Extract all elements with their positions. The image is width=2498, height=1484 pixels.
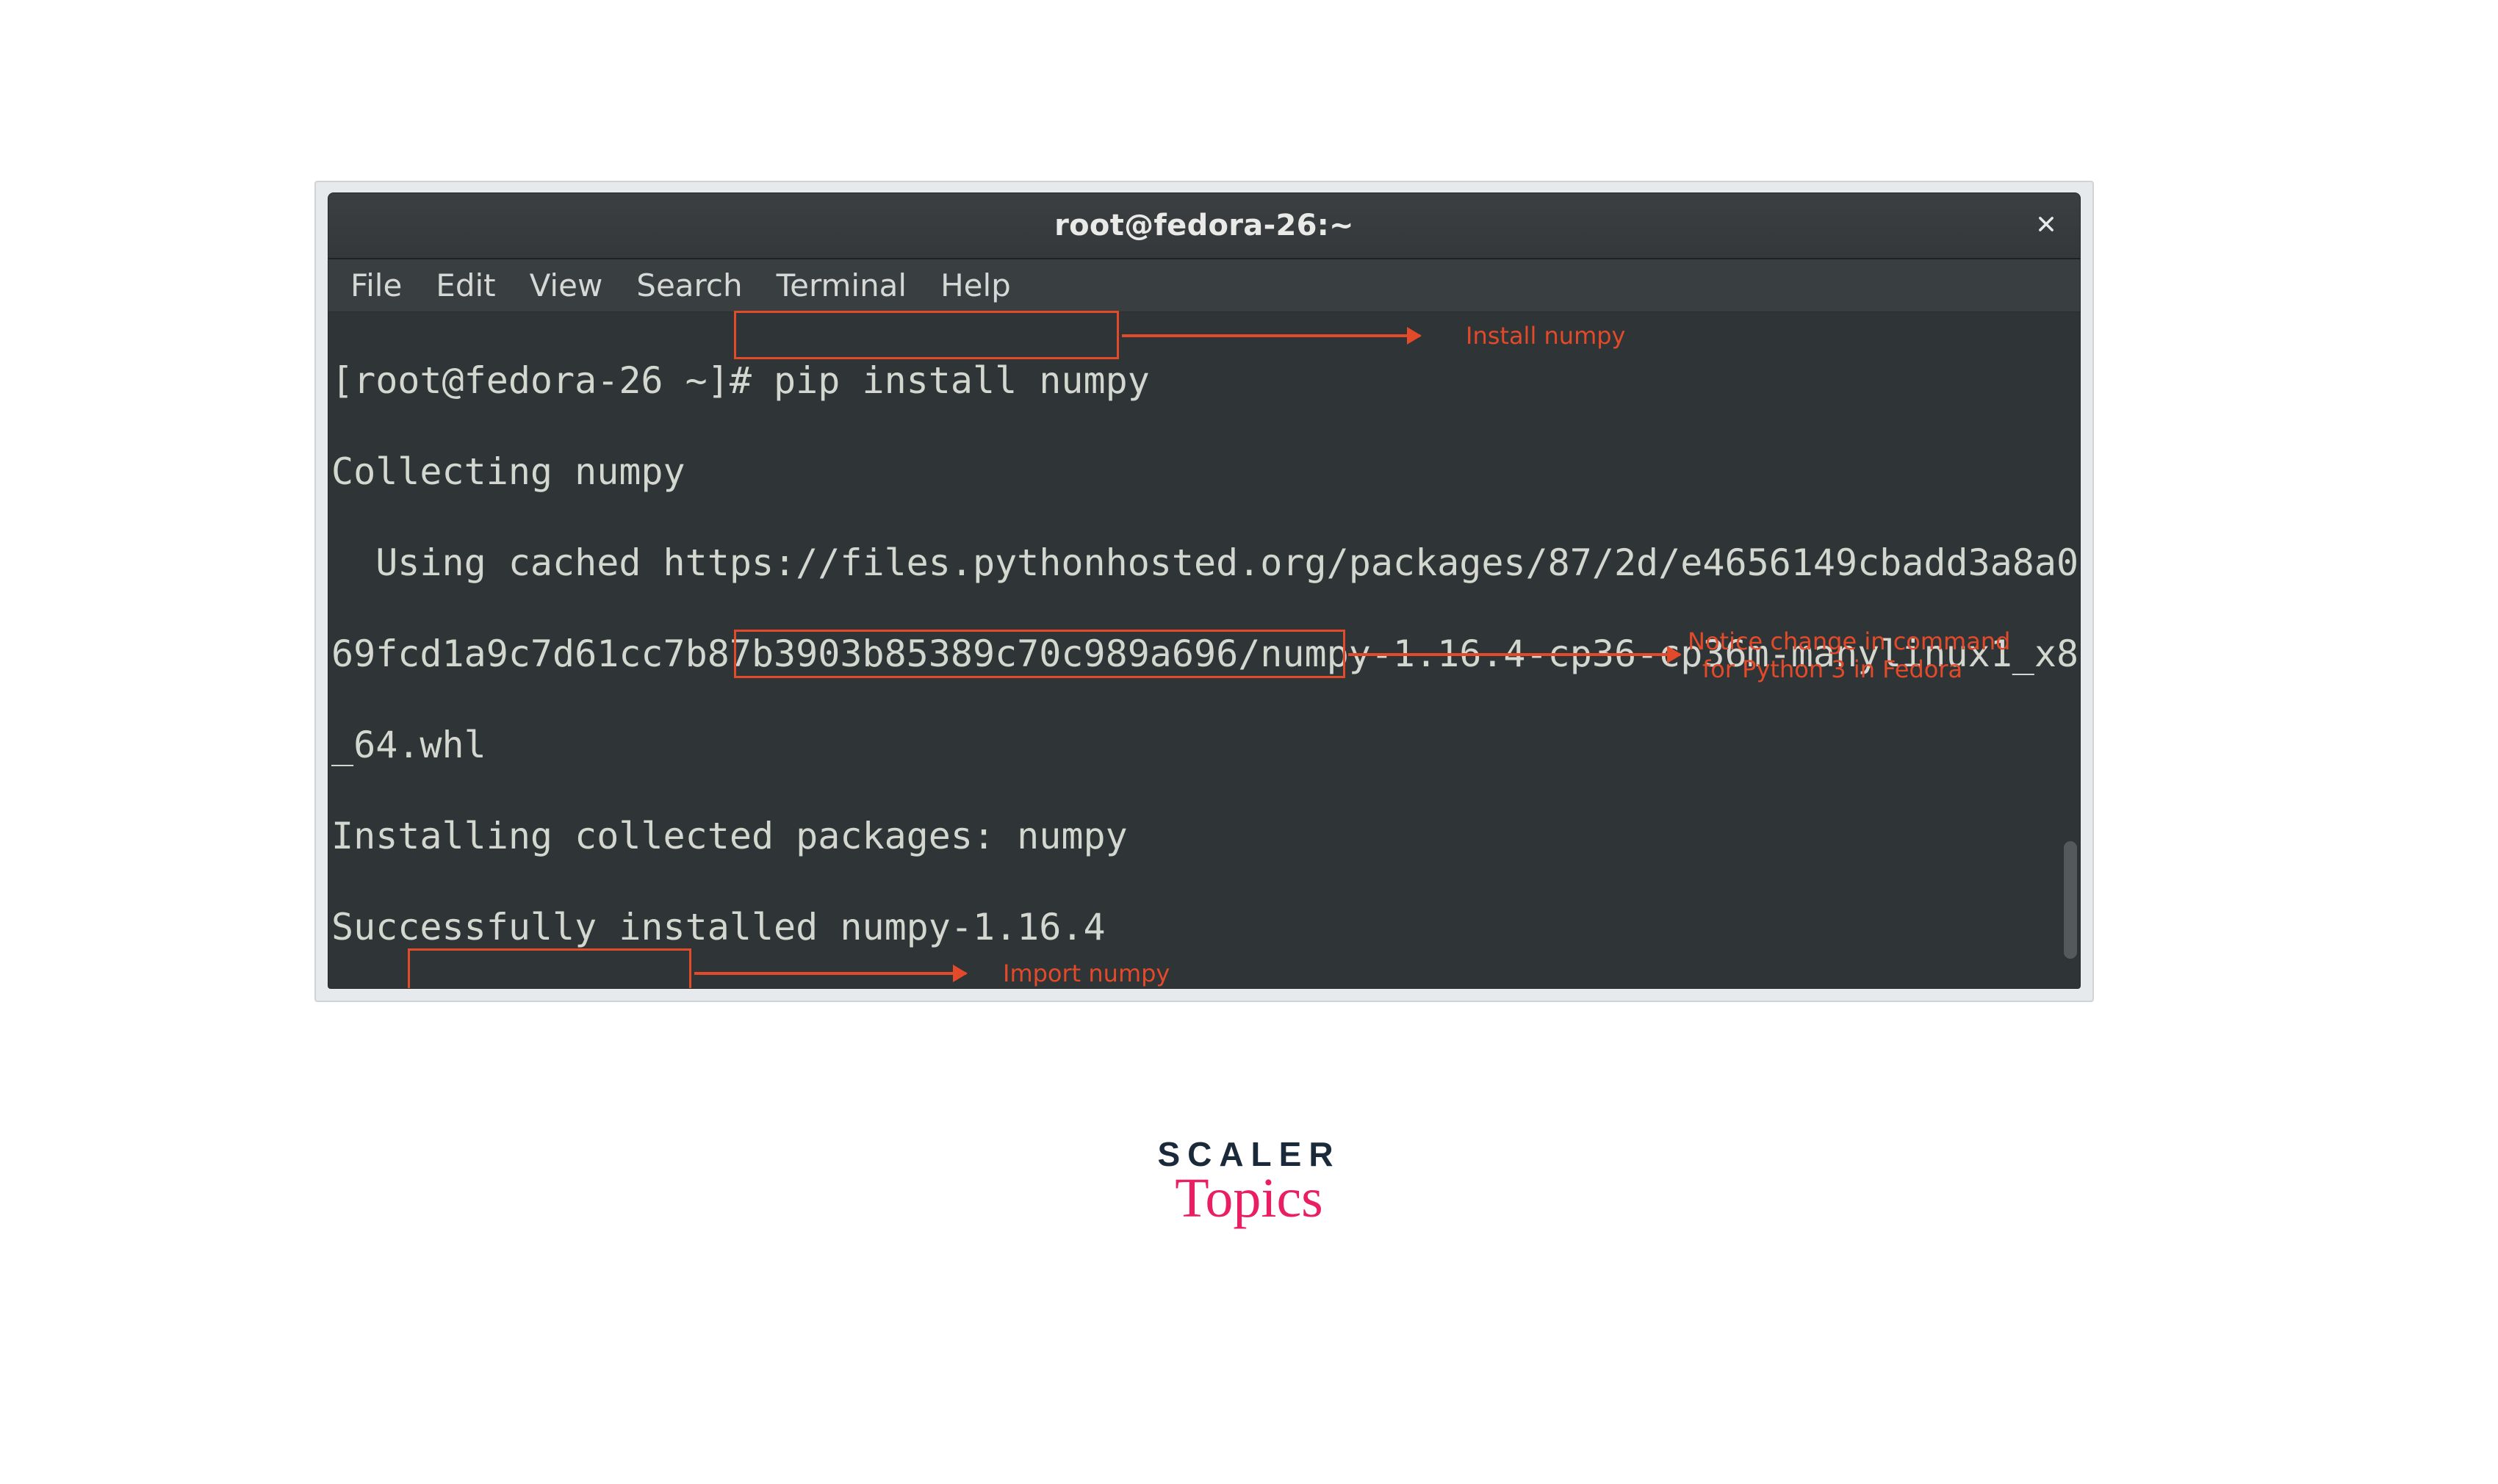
close-icon — [2036, 214, 2056, 237]
terminal-line: Successfully installed numpy-1.16.4 — [331, 904, 2077, 950]
terminal-line: Collecting numpy — [331, 449, 2077, 494]
menu-edit[interactable]: Edit — [425, 264, 505, 306]
terminal-line: Using cached https://files.pythonhosted.… — [331, 540, 2077, 586]
menu-help[interactable]: Help — [930, 264, 1021, 306]
brand-bottom: Topics — [1157, 1167, 1340, 1231]
annotation-label-install: Install numpy — [1466, 323, 1625, 349]
terminal-line: [root@fedora-26 ~]# pip install numpy — [331, 358, 2077, 403]
terminal-window: root@fedora-26:~ File Edit View Search T… — [328, 192, 2081, 989]
window-titlebar: root@fedora-26:~ — [328, 193, 2080, 259]
annotation-label-python3-l2: for Python 3 in Fedora — [1702, 656, 1962, 682]
window-title: root@fedora-26:~ — [1054, 209, 1354, 242]
scrollbar-thumb[interactable] — [2064, 841, 2077, 959]
annotation-arrow — [694, 972, 966, 975]
annotation-arrow — [1122, 334, 1420, 337]
brand-logo: SCALER Topics — [1157, 1134, 1340, 1231]
terminal-line: _64.whl — [331, 722, 2077, 768]
menu-view[interactable]: View — [519, 264, 613, 306]
menu-terminal[interactable]: Terminal — [766, 264, 918, 306]
menubar: File Edit View Search Terminal Help — [328, 259, 2080, 312]
menu-file[interactable]: File — [340, 264, 412, 306]
close-button[interactable] — [2033, 212, 2059, 239]
stage: root@fedora-26:~ File Edit View Search T… — [314, 181, 2094, 1002]
terminal-line: Installing collected packages: numpy — [331, 813, 2077, 859]
annotation-label-import: Import numpy — [1003, 960, 1170, 987]
annotation-arrow — [1348, 653, 1680, 656]
menu-search[interactable]: Search — [626, 264, 752, 306]
annotation-label-python3-l1: Notice change in command — [1688, 628, 2010, 655]
